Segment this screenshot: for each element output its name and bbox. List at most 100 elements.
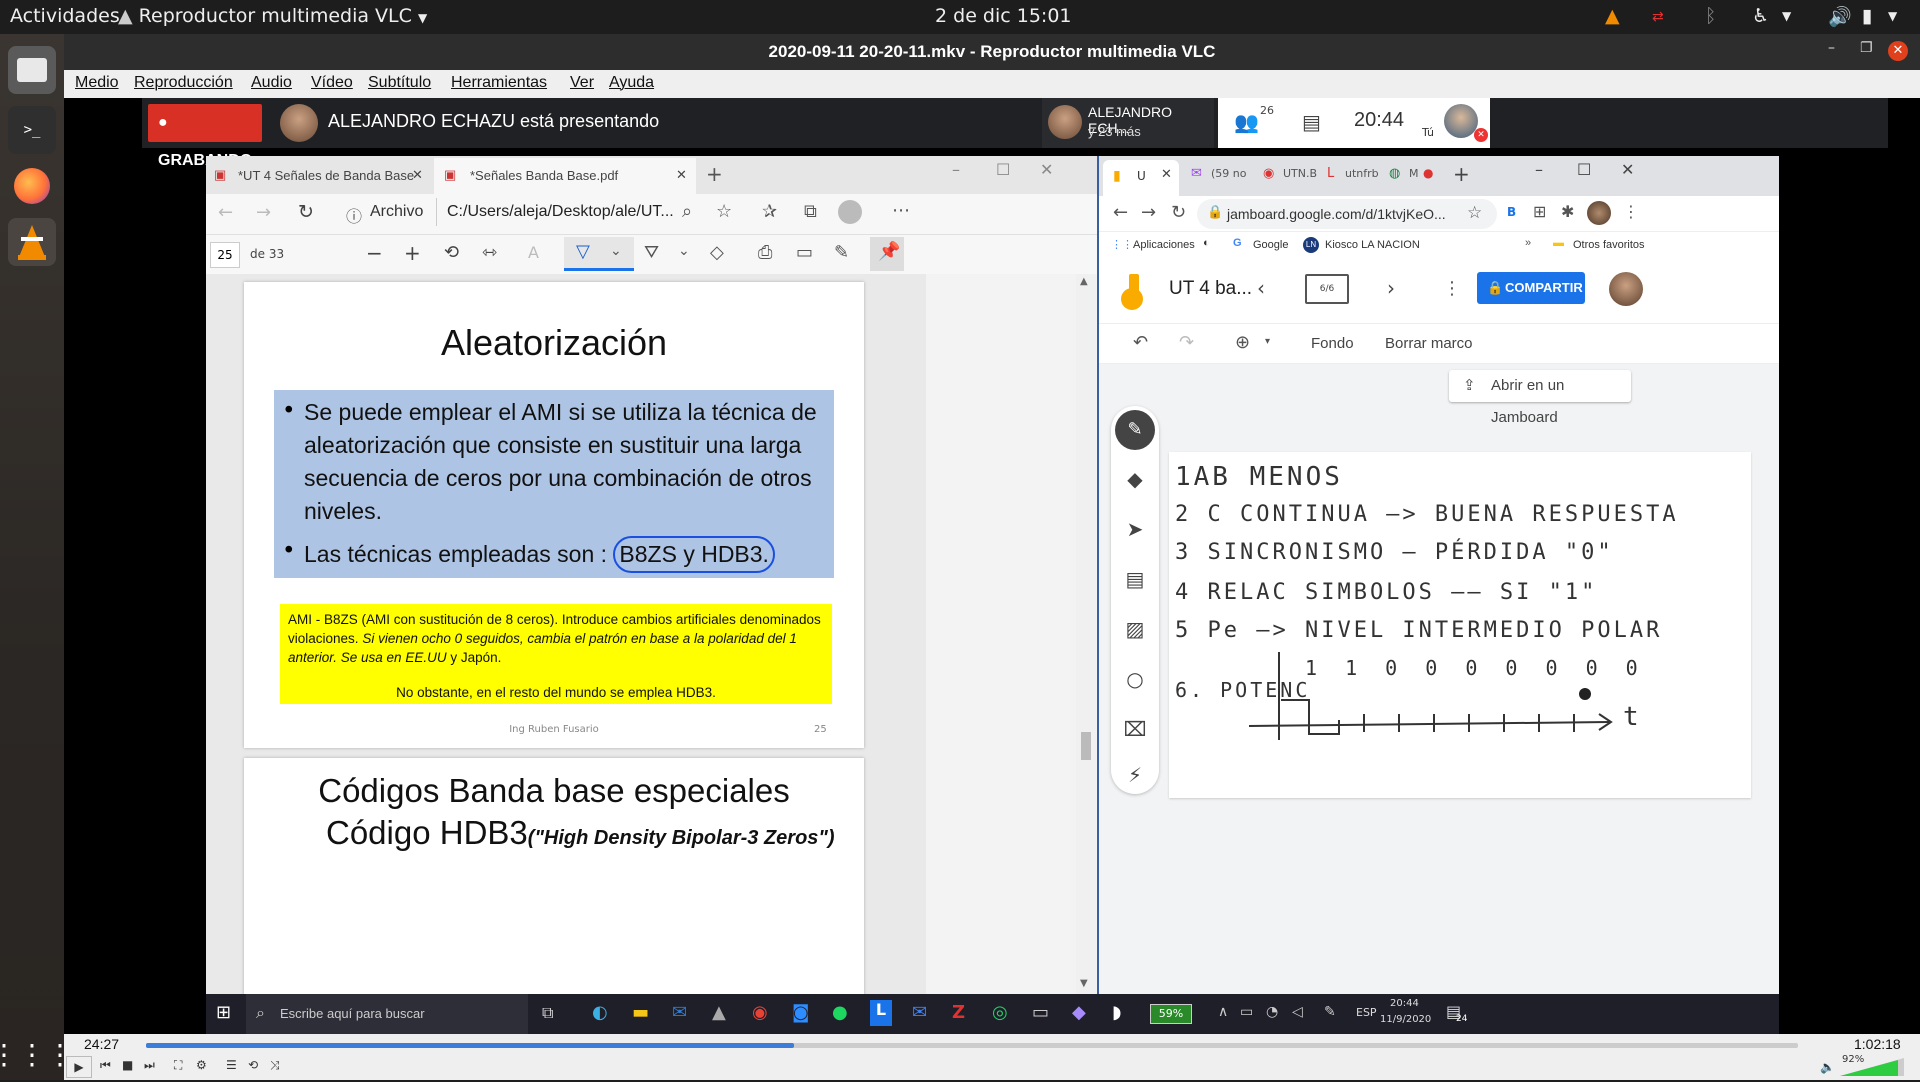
redo-icon[interactable]: ↷ — [1179, 332, 1194, 353]
close-tab-icon[interactable]: ✕ — [412, 167, 423, 183]
avatar[interactable] — [1609, 272, 1643, 306]
maximize-button[interactable]: ☐ — [1577, 160, 1591, 179]
maximize-button[interactable]: ☐ — [996, 160, 1010, 179]
chevron-down-icon[interactable]: ▼ — [1888, 9, 1897, 23]
chevron-down-icon[interactable]: ▾ — [1265, 336, 1270, 347]
terminal-icon[interactable]: >_ — [8, 106, 56, 154]
people-icon[interactable]: 👥 — [1234, 110, 1259, 134]
chrome-icon[interactable]: ◉ — [752, 1002, 768, 1023]
zoom-out-icon[interactable]: − — [366, 241, 383, 265]
zoom-icon[interactable]: ◙ — [792, 1002, 809, 1023]
text-box-icon[interactable]: ⌧ — [1120, 714, 1150, 744]
background-button[interactable]: Fondo — [1311, 335, 1354, 352]
tab-jamboard[interactable]: ▮ U ✕ — [1103, 160, 1179, 196]
chat-icon[interactable]: ▤ — [1302, 110, 1321, 134]
close-button[interactable]: ✕ — [1888, 41, 1908, 61]
select-tool-icon[interactable]: ➤ — [1120, 514, 1150, 544]
open-in-jamboard-button[interactable]: ⇪ Abrir en un Jamboard — [1449, 370, 1631, 426]
star-icon[interactable]: ☆ — [1467, 203, 1482, 223]
chevron-down-icon[interactable]: ▼ — [1782, 9, 1791, 23]
chevron-down-icon[interactable]: ⌄ — [678, 243, 690, 259]
playlist-button[interactable]: ☰ — [226, 1058, 237, 1072]
zoom-icon[interactable]: ⊕ — [1235, 332, 1250, 353]
search-box[interactable]: ⌕ Escribe aquí para buscar — [246, 994, 528, 1034]
more-bookmarks-icon[interactable]: » — [1525, 237, 1531, 249]
volume-icon[interactable]: 🔊 — [1828, 5, 1852, 28]
eraser-tool-icon[interactable]: ◆ — [1120, 464, 1150, 494]
collections-icon[interactable]: ⧉ — [804, 201, 817, 222]
close-tab-icon[interactable]: ✕ — [676, 167, 687, 183]
meet-icon[interactable]: ◍ — [1389, 166, 1400, 181]
battery-indicator[interactable]: 59% — [1150, 1004, 1192, 1024]
play-button[interactable]: ▶ — [66, 1056, 92, 1078]
close-button[interactable]: ✕ — [1621, 160, 1634, 179]
minimize-button[interactable]: – — [1828, 40, 1835, 56]
video-area[interactable]: ● GRABANDO ALEJANDRO ECHAZU está present… — [64, 98, 1920, 1060]
app-icon[interactable]: ◗ — [1112, 1002, 1121, 1023]
forward-icon[interactable]: → — [256, 202, 271, 223]
pen-tool-icon[interactable]: ✎ — [1115, 410, 1155, 450]
whiteboard-frame[interactable]: 1AB MENOS 2 C CONTINUA —> BUENA RESPUEST… — [1169, 452, 1751, 798]
volume-slider[interactable]: 92% — [1840, 1054, 1904, 1078]
back-icon[interactable]: ← — [1113, 202, 1128, 223]
mail-icon[interactable]: ✉ — [912, 1002, 927, 1023]
taskbar-time[interactable]: 20:44 — [1390, 998, 1419, 1009]
battery-icon[interactable]: ▮ — [1862, 5, 1872, 27]
extension-grid-icon[interactable]: ⊞ — [1533, 202, 1546, 221]
refresh-icon[interactable]: ↻ — [298, 201, 314, 223]
firefox-icon[interactable] — [8, 162, 56, 210]
clock[interactable]: 2 de dic 15:01 — [935, 5, 1072, 27]
fit-page-icon[interactable]: ⇿ — [482, 242, 497, 263]
zoom-in-icon[interactable]: + — [404, 241, 421, 265]
scroll-thumb[interactable] — [1081, 732, 1091, 760]
extended-settings-button[interactable]: ⚙ — [196, 1058, 207, 1072]
laser-tool-icon[interactable]: ⚡ — [1120, 760, 1150, 790]
image-tool-icon[interactable]: ▨ — [1120, 614, 1150, 644]
app-icon[interactable]: ◆ — [1072, 1002, 1086, 1023]
minimize-button[interactable]: – — [952, 160, 960, 179]
terminal-icon[interactable]: ▭ — [1032, 1002, 1049, 1023]
next-frame-icon[interactable]: › — [1387, 276, 1395, 300]
new-tab-icon[interactable]: + — [706, 162, 723, 186]
app-menu[interactable]: ▲ Reproductor multimedia VLC ▼ — [118, 5, 427, 27]
menu-herramientas[interactable]: Herramientas — [451, 74, 547, 92]
menu-video[interactable]: Vídeo — [311, 74, 353, 92]
avatar[interactable] — [1444, 104, 1478, 138]
utn-icon[interactable]: ◉ — [1263, 166, 1274, 181]
page-number-input[interactable]: 25 — [210, 242, 240, 268]
bookmark-otros[interactable]: Otros favoritos — [1573, 239, 1645, 251]
circle-tool-icon[interactable]: ○ — [1120, 664, 1150, 694]
profile-icon[interactable] — [838, 200, 862, 224]
taskbar-date[interactable]: 11/9/2020 — [1380, 1014, 1431, 1025]
highlight-icon[interactable]: ⛛ — [644, 242, 659, 263]
windows-start-icon[interactable]: ⊞ — [216, 1002, 231, 1023]
save-icon[interactable]: ▭ — [796, 242, 813, 263]
tab-ut4[interactable]: ▣ *UT 4 Señales de Banda Base e I ✕ — [208, 158, 430, 194]
edge-icon[interactable]: ◐ — [592, 1002, 608, 1023]
explorer-icon[interactable]: ▬ — [632, 1002, 649, 1023]
back-icon[interactable]: ← — [218, 202, 233, 223]
tab-label[interactable]: UTN.B — [1283, 167, 1317, 180]
chevron-up-icon[interactable]: ∧ — [1218, 1004, 1228, 1020]
menu-ver[interactable]: Ver — [570, 74, 594, 92]
more-icon[interactable]: ⋯ — [892, 200, 910, 221]
scrollbar[interactable]: ▲ ▼ — [1076, 274, 1096, 994]
bookmark-google[interactable]: Google — [1253, 239, 1288, 251]
more-icon[interactable]: ⋮ — [1443, 278, 1461, 299]
close-tab-icon[interactable]: ✕ — [1161, 167, 1172, 182]
menu-medio[interactable]: Medio — [75, 74, 119, 92]
star-icon[interactable]: ☆ — [716, 201, 732, 222]
address-bar[interactable]: 🔒 jamboard.google.com/d/1ktvjKeO... ☆ — [1197, 199, 1497, 229]
mail-icon[interactable]: ✉ — [1191, 166, 1202, 181]
pen-icon[interactable]: ✎ — [1324, 1004, 1336, 1020]
language[interactable]: ESP — [1356, 1006, 1377, 1019]
print-icon[interactable]: ⎙ — [758, 242, 772, 263]
menu-ayuda[interactable]: Ayuda — [609, 74, 654, 92]
app-icon[interactable]: ▲ — [712, 1002, 726, 1023]
whatsapp-icon[interactable]: ◎ — [992, 1002, 1008, 1023]
extension-b-icon[interactable]: B — [1507, 205, 1516, 219]
device-icon[interactable]: ▭ — [1240, 1004, 1253, 1020]
pdf-viewport[interactable]: Aleatorización • Se puede emplear el AMI… — [206, 274, 926, 994]
volume-icon[interactable]: 🔈 — [1820, 1060, 1835, 1074]
spotify-icon[interactable]: ● — [832, 1002, 848, 1023]
